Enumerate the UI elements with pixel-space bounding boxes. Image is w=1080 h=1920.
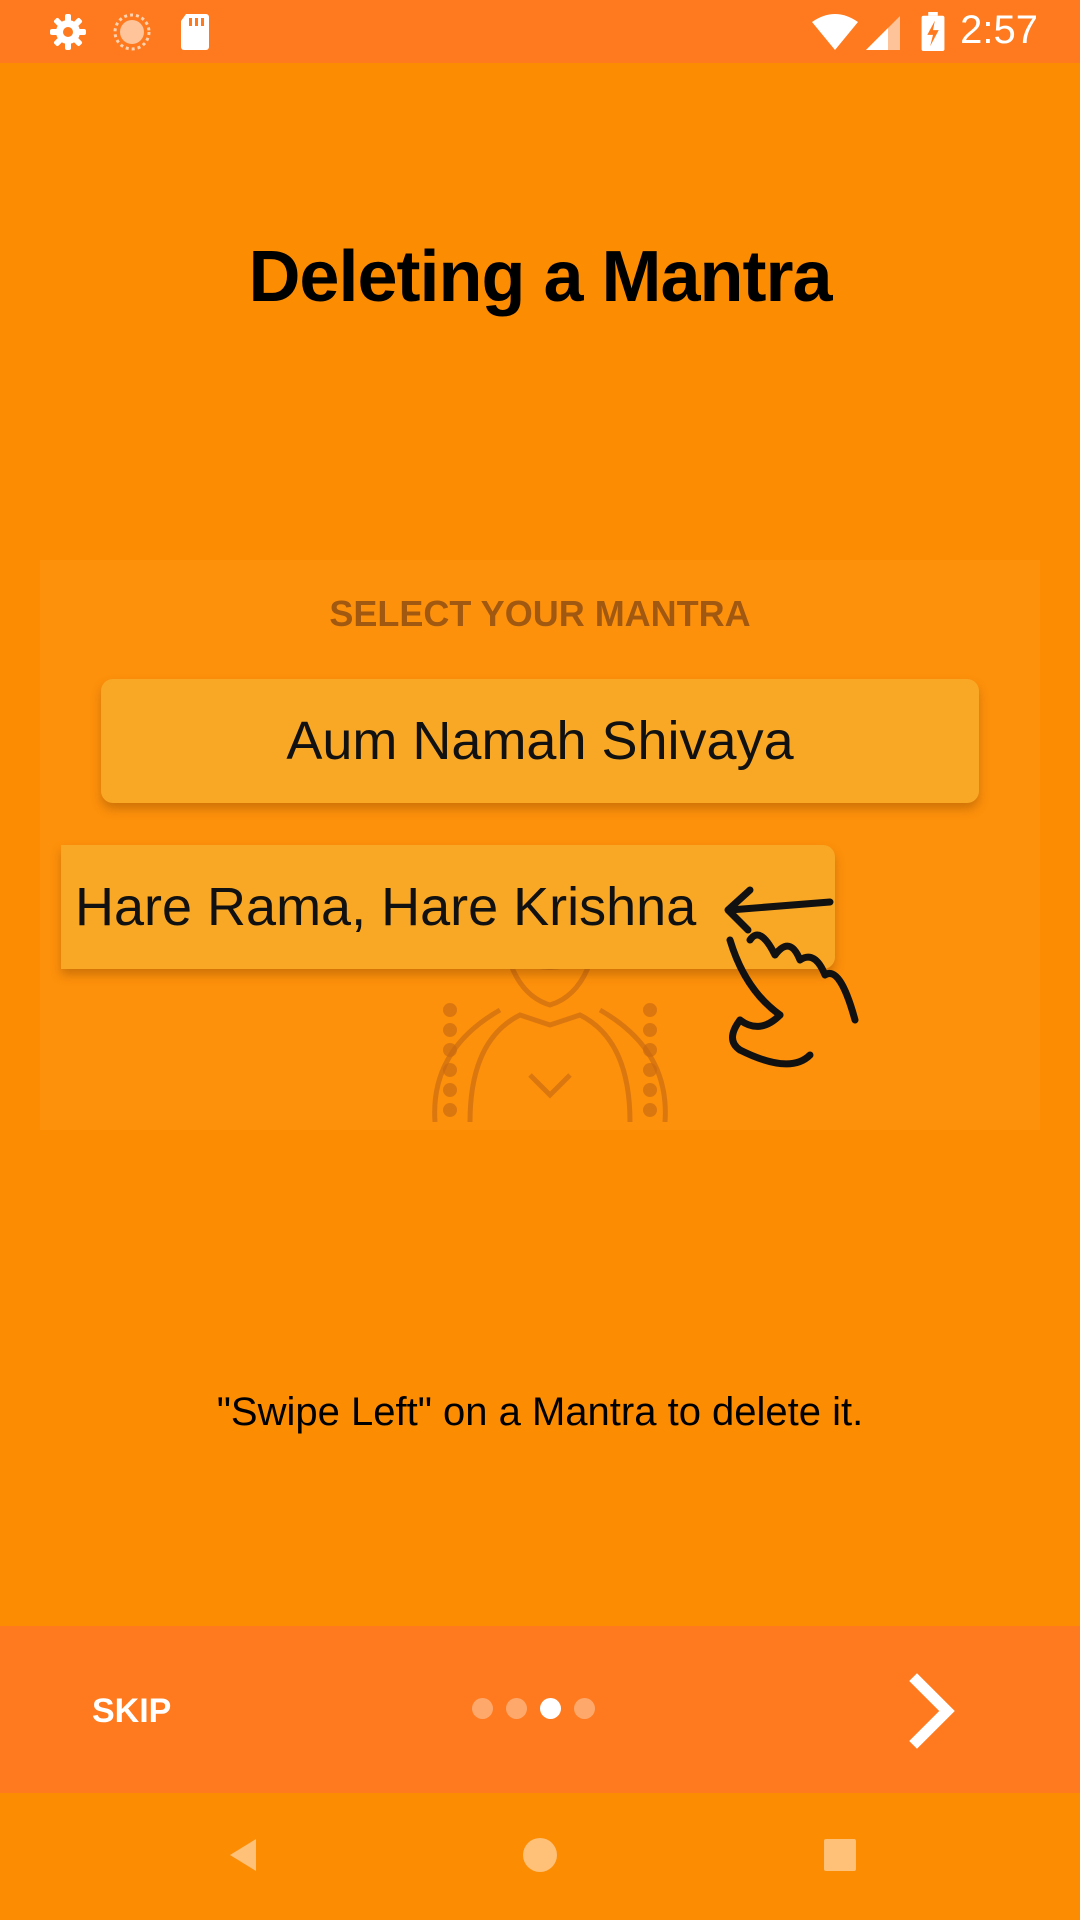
mantra-card: Aum Namah Shivaya — [101, 679, 979, 803]
sd-card-icon — [181, 14, 209, 50]
signal-icon — [866, 16, 900, 50]
chevron-right-icon — [909, 1673, 955, 1749]
skip-button[interactable]: SKIP — [92, 1681, 212, 1741]
select-mantra-heading: SELECT YOUR MANTRA — [329, 593, 751, 634]
back-icon[interactable] — [222, 1833, 266, 1877]
page-indicator — [472, 1698, 608, 1722]
onboarding-bottom-bar: SKIP — [0, 1626, 1080, 1793]
settings-icon — [50, 14, 86, 50]
page-dot — [506, 1698, 527, 1719]
swipe-hand-icon — [724, 886, 859, 1068]
system-nav-bar — [0, 1793, 1080, 1920]
recents-icon[interactable] — [818, 1833, 862, 1877]
page-dot — [574, 1698, 595, 1719]
status-bar: 2:57 — [0, 0, 1080, 63]
sync-icon — [113, 13, 151, 51]
home-icon[interactable] — [518, 1833, 562, 1877]
status-time: 2:57 — [960, 8, 1038, 52]
wifi-icon — [812, 14, 858, 50]
battery-charging-icon — [921, 12, 945, 52]
mantra-card-swiped: Hare Rama, Hare Krishna — [61, 845, 835, 969]
instruction-text: "Swipe Left" on a Mantra to delete it. — [216, 1390, 864, 1434]
page-dot-active — [540, 1698, 561, 1719]
page-dot — [472, 1698, 493, 1719]
page-title: Deleting a Mantra — [248, 237, 832, 317]
next-button[interactable] — [895, 1671, 975, 1751]
